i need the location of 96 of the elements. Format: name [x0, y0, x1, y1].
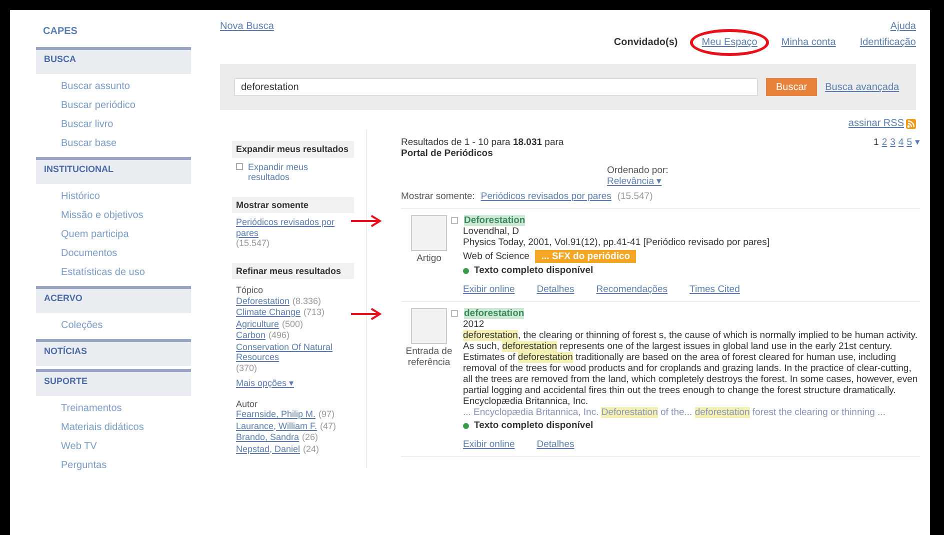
result-abstract: deforestation, the clearing or thinning of forest s, the cause of which is normally implied to be human activity. As such, deforestation represents one of the largest issues in global land use in the early 21st century. Estimates of deforestation traditionally are based on the area of forest cleared for human use, including removal of the trees for wood products and for croplands and grazing lands. In the practice of clear-cutting, all the trees are removed from the land, which completely destroys the forest. In some cases, however, even partial logging and accidental fires thin out the trees enough to change the forest structure dramatically. Encyclopædia Britannica, Inc. — [463, 330, 919, 407]
database-label: Web of Science — [463, 251, 530, 262]
result-action-link[interactable]: Recomendações — [596, 284, 668, 295]
pages-menu[interactable]: ▾ — [915, 137, 920, 159]
filter-count: (15.547) — [617, 191, 653, 202]
facet-link[interactable]: Carbon — [236, 330, 266, 340]
result-title[interactable]: deforestation — [464, 308, 524, 319]
sidebar-link[interactable]: Documentos — [61, 244, 118, 263]
sort-label: Ordenado por: — [607, 165, 668, 176]
facet-count: (8.336) — [292, 296, 322, 306]
sidebar-link[interactable]: Quem participa — [61, 225, 129, 244]
facet-count: (496) — [268, 330, 290, 340]
checkbox[interactable] — [236, 162, 243, 170]
section-header[interactable]: INSTITUCIONAL — [36, 157, 191, 184]
new-search-link[interactable]: Nova Busca — [220, 21, 274, 32]
facet-link[interactable]: Laurance, William F. — [236, 420, 318, 431]
search-button[interactable]: Buscar — [766, 78, 818, 96]
filter-label: Mostrar somente: — [401, 191, 475, 202]
facet-count: (500) — [282, 318, 304, 329]
result-action-link[interactable]: Times Cited — [690, 284, 740, 295]
availability-dot — [463, 268, 469, 274]
sidebar-link[interactable]: Perguntas — [61, 456, 107, 475]
section-header[interactable]: ACERVO — [36, 286, 191, 313]
account-link[interactable]: Meu Espaço — [702, 36, 758, 48]
page-link[interactable]: 5 — [906, 137, 912, 159]
facet-count: (47) — [320, 420, 336, 431]
help-link[interactable]: Ajuda — [890, 21, 916, 32]
rss-link[interactable]: assinar RSS — [848, 118, 904, 129]
sidebar-link[interactable]: Coleções — [61, 316, 103, 335]
user-label: Convidado(s) — [614, 36, 678, 48]
facet-link[interactable]: Agriculture — [236, 318, 280, 329]
sidebar-link[interactable]: Materiais didáticos — [61, 418, 144, 437]
account-link[interactable]: Identificação — [860, 36, 916, 48]
result-detail: Lovendhal, D — [463, 226, 520, 237]
result-action-link[interactable]: Detalhes — [536, 284, 574, 295]
page-link[interactable]: 1 — [874, 137, 879, 159]
sidebar-link[interactable]: Estatísticas de uso — [61, 263, 145, 282]
result-action-link[interactable]: Exibir online — [463, 284, 515, 295]
result-snippet: ... Encyclopædia Britannica, Inc. Deforestation of the... deforestation forest the clearing or thinning ... — [463, 407, 886, 418]
section-header[interactable]: BUSCA — [36, 47, 191, 74]
facet-header: Expandir meus resultados — [232, 141, 354, 158]
facet-link[interactable]: Conservation Of Natural Resources — [236, 342, 350, 362]
sidebar-link[interactable]: Buscar base — [61, 134, 117, 153]
facet-link[interactable]: Nepstad, Daniel — [236, 444, 300, 454]
facet-group-label: Tópico — [236, 285, 264, 296]
page-link[interactable]: 4 — [898, 137, 904, 159]
checkbox[interactable] — [451, 217, 458, 224]
sidebar-link[interactable]: Buscar periódico — [61, 96, 136, 115]
sidebar-link[interactable]: Treinamentos — [61, 399, 122, 418]
account-link[interactable]: Minha conta — [781, 36, 836, 48]
result-title[interactable]: Deforestation — [464, 215, 526, 226]
facet-count: (713) — [304, 307, 325, 318]
facet-link[interactable]: Periódicos revisados por pares — [236, 217, 350, 238]
result-action-link[interactable]: Detalhes — [536, 439, 574, 450]
page-link[interactable]: 2 — [882, 137, 888, 159]
filter-link[interactable]: Periódicos revisados por pares — [480, 191, 612, 202]
page-link[interactable]: 3 — [890, 137, 896, 159]
sidebar-link[interactable]: Buscar assunto — [61, 77, 130, 96]
checkbox-label: Expandir meus resultados — [248, 162, 310, 182]
logo-link[interactable]: CAPES — [43, 26, 78, 37]
result-action-link[interactable]: Exibir online — [463, 439, 515, 450]
facet-link[interactable]: Brando, Sandra — [236, 432, 300, 442]
sidebar-link[interactable]: Histórico — [61, 187, 100, 206]
sort-dropdown[interactable]: Relevância ▾ — [607, 176, 662, 187]
document-thumbnail — [411, 215, 447, 251]
advanced-search-link[interactable]: Busca avançada — [825, 82, 900, 92]
sidebar-link[interactable]: Web TV — [61, 437, 97, 456]
facet-link[interactable]: Deforestation — [236, 296, 290, 306]
facet-link[interactable]: Fearnside, Philip M. — [236, 409, 316, 420]
document-thumbnail — [411, 308, 447, 344]
rss-icon[interactable] — [906, 118, 916, 128]
facet-header: Mostrar somente — [232, 196, 354, 213]
availability-label: Texto completo disponível — [474, 265, 594, 276]
checkbox[interactable] — [451, 310, 458, 317]
section-header[interactable]: NOTÍCIAS — [36, 339, 191, 366]
search-field[interactable]: deforestation — [234, 78, 758, 96]
sidebar-link[interactable]: Buscar livro — [61, 115, 114, 134]
facet-count: (26) — [302, 432, 318, 442]
document-type: Entrada de referência — [404, 346, 454, 368]
facet-count: (97) — [318, 409, 335, 420]
sidebar-link[interactable]: Missão e objetivos — [61, 206, 144, 225]
document-type: Artigo — [416, 253, 442, 264]
facet-count: (15.547) — [236, 238, 270, 248]
facet-count: (24) — [303, 444, 320, 454]
more-options-link[interactable]: Mais opções ▾ — [236, 378, 350, 388]
facet-count: (370) — [236, 362, 258, 373]
facet-link[interactable]: Climate Change — [236, 307, 301, 318]
results-source: Portal de Periódicos — [401, 148, 494, 159]
section-header[interactable]: SUPORTE — [36, 369, 191, 396]
availability-dot — [463, 422, 469, 428]
results-summary: Resultados de 1 - 10 para 18.031 para — [401, 137, 564, 148]
facet-header: Refinar meus resultados — [232, 262, 354, 279]
result-detail: Physics Today, 2001, Vol.91(12), pp.41-41 [Periódico revisado por pares] — [463, 237, 770, 248]
availability-label: Texto completo disponível — [474, 420, 594, 431]
result-detail: 2012 — [463, 319, 486, 330]
facet-group-label: Autor — [236, 398, 259, 409]
